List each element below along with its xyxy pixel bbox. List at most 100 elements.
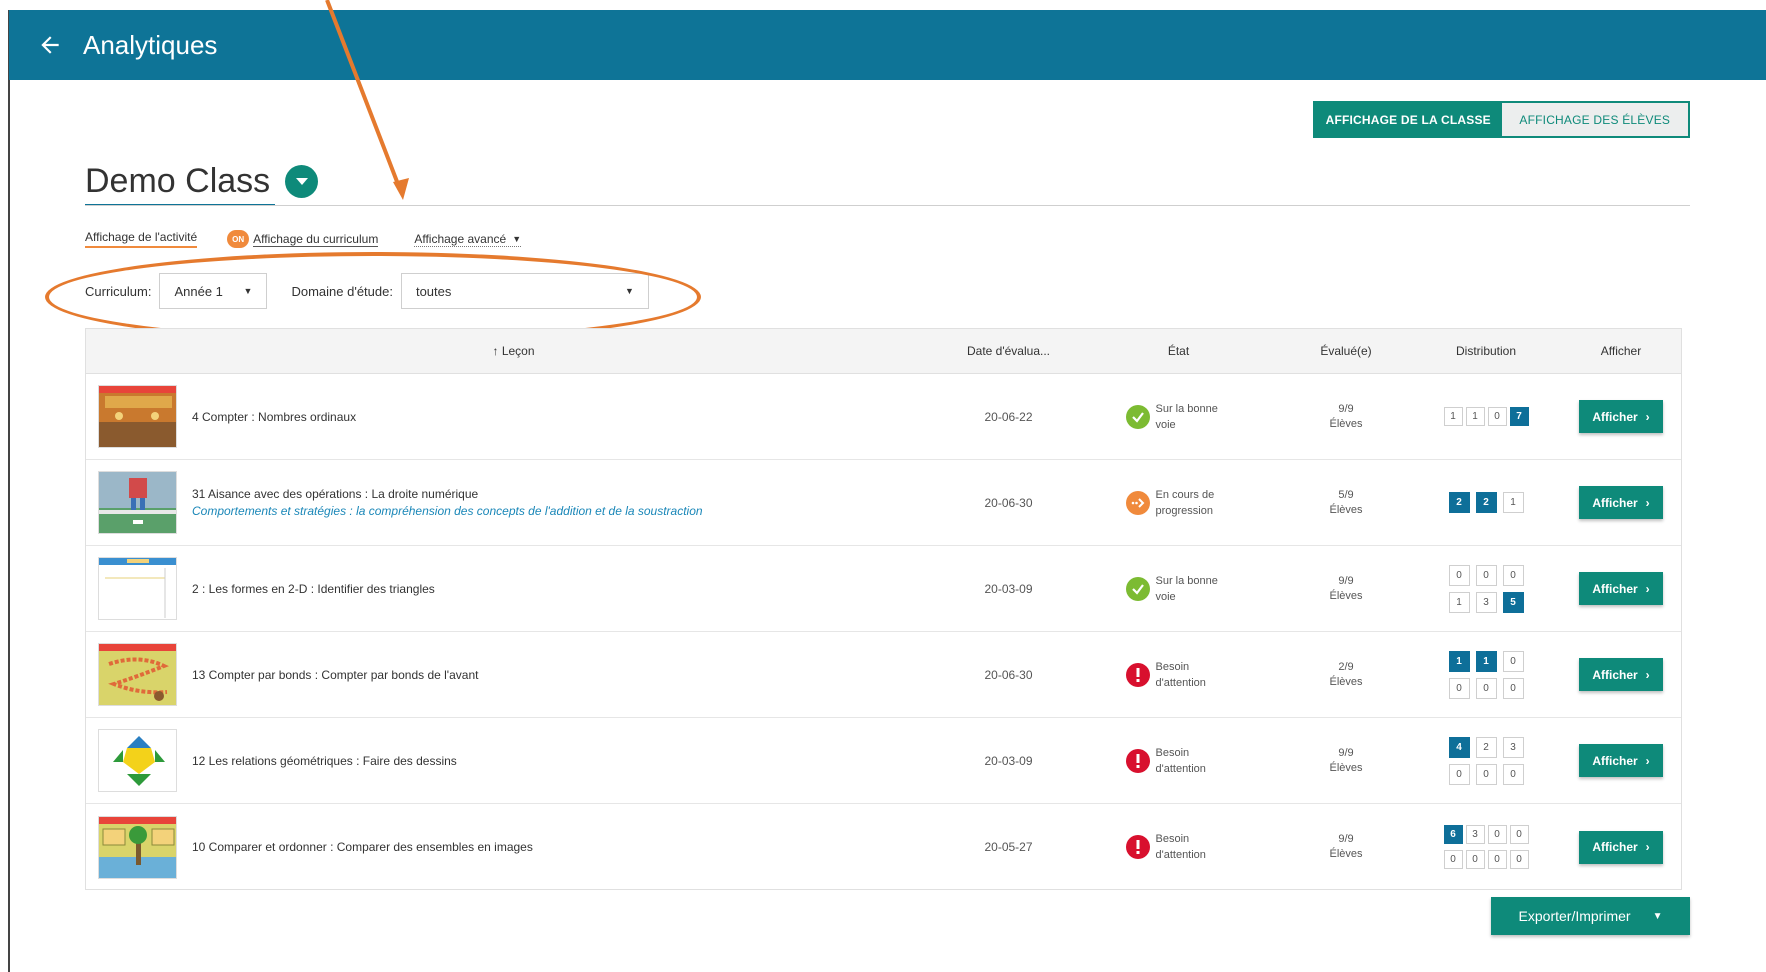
distribution-row: 1 3 5 <box>1448 591 1524 613</box>
distribution-box: 0 <box>1475 763 1497 785</box>
state-label: Besoin d'attention <box>1155 833 1206 861</box>
lesson-title[interactable]: 12 Les relations géométriques : Faire de… <box>192 754 457 768</box>
view-lesson-button[interactable]: Afficher › <box>1579 572 1663 605</box>
evaluated-cell: 9/9 Élèves <box>1281 574 1411 604</box>
view-cell: Afficher › <box>1561 658 1681 691</box>
header-lesson[interactable]: ↑ Leçon <box>86 344 941 358</box>
distribution-cell: 2 2 1 <box>1411 492 1561 513</box>
distribution-box: 0 <box>1448 763 1470 785</box>
state-cell: En cours de progression <box>1076 487 1281 519</box>
date-cell: 20-06-22 <box>984 409 1033 424</box>
distribution-row: 2 2 1 <box>1448 492 1524 513</box>
lesson-title[interactable]: 10 Comparer et ordonner : Comparer des e… <box>192 840 533 854</box>
state-cell: Besoin d'attention <box>1076 745 1281 777</box>
evaluated-count: 2/9 <box>1338 660 1354 673</box>
header-distribution: Distribution <box>1455 344 1517 358</box>
distribution-box: 7 <box>1509 407 1529 426</box>
table-row: 12 Les relations géométriques : Faire de… <box>86 718 1681 804</box>
view-lesson-button[interactable]: Afficher › <box>1579 830 1663 864</box>
header-date[interactable]: Date d'évalua... <box>941 344 1076 358</box>
lesson-title[interactable]: 2 : Les formes en 2-D : Identifier des t… <box>192 582 435 596</box>
view-mode-tabs: Affichage de l'activité ON Affichage du … <box>85 229 522 249</box>
view-cell: Afficher › <box>1561 744 1681 777</box>
evaluated-count: 5/9 <box>1338 488 1354 501</box>
chevron-down-circle-icon <box>295 177 308 185</box>
chevron-right-icon: › <box>1645 667 1650 682</box>
evaluated-unit: Élèves <box>1329 848 1363 860</box>
curriculum-on-badge[interactable]: ON <box>227 230 250 248</box>
filter-bar: Curriculum: Année 1 ▼ Domaine d'étude: t… <box>85 273 649 309</box>
view-lesson-button[interactable]: Afficher › <box>1579 486 1663 519</box>
lesson-cell: 31 Aisance avec des opérations : La droi… <box>86 471 941 534</box>
lesson-subtitle-link[interactable]: Comportements et stratégies : la compréh… <box>192 504 703 518</box>
lesson-title[interactable]: 4 Compter : Nombres ordinaux <box>192 410 356 424</box>
lesson-cell: 10 Comparer et ordonner : Comparer des e… <box>86 815 941 879</box>
chevron-right-icon: › <box>1645 581 1650 596</box>
distribution-row: 4 2 3 <box>1448 736 1524 758</box>
arrow-left-icon <box>41 36 59 54</box>
distribution-row: 6 3 0 0 <box>1443 825 1529 844</box>
curriculum-label: Curriculum: <box>85 283 152 299</box>
distribution-box: 1 <box>1448 591 1470 613</box>
view-lesson-button[interactable]: Afficher › <box>1579 400 1663 433</box>
table-row: 2 : Les formes en 2-D : Identifier des t… <box>86 546 1681 632</box>
evaluated-count: 9/9 <box>1338 574 1354 587</box>
chevron-right-icon: › <box>1645 409 1650 424</box>
chevron-right-icon: › <box>1645 495 1650 510</box>
distribution-box: 0 <box>1443 850 1463 869</box>
distribution-box: 3 <box>1465 825 1485 844</box>
view-button-label: Afficher <box>1592 495 1638 510</box>
chevron-right-icon: › <box>1645 753 1650 768</box>
back-button[interactable] <box>31 26 69 64</box>
tab-advanced-view[interactable]: Affichage avancé ▼ <box>414 231 522 247</box>
caret-down-icon: ▼ <box>243 286 253 296</box>
domain-select[interactable]: toutes ▼ <box>400 273 649 309</box>
lesson-thumbnail <box>98 815 177 879</box>
export-print-button[interactable]: Exporter/Imprimer ▼ <box>1491 897 1690 935</box>
view-lesson-button[interactable]: Afficher › <box>1579 658 1663 691</box>
student-view-button[interactable]: AFFICHAGE DES ÉLÈVES <box>1501 103 1688 136</box>
distribution-cell: 6 3 0 0 0 0 0 0 <box>1411 825 1561 869</box>
tab-curriculum-view[interactable]: Affichage du curriculum <box>253 232 379 247</box>
evaluated-unit: Élèves <box>1329 589 1363 602</box>
table-row: 4 Compter : Nombres ordinaux 20-06-22 Su… <box>86 374 1681 460</box>
lesson-cell: 4 Compter : Nombres ordinaux <box>86 385 941 448</box>
distribution-row: 1 1 0 <box>1448 650 1524 672</box>
view-toggle: AFFICHAGE DE LA CLASSE AFFICHAGE DES ÉLÈ… <box>1313 101 1690 138</box>
distribution-box: 0 <box>1475 564 1497 586</box>
lesson-title[interactable]: 13 Compter par bonds : Compter par bonds… <box>192 668 478 682</box>
lesson-thumbnail <box>98 471 177 534</box>
state-cell: Besoin d'attention <box>1076 659 1281 691</box>
class-dropdown-button[interactable] <box>285 165 318 198</box>
distribution-row: 0 0 0 <box>1448 677 1524 699</box>
view-lesson-button[interactable]: Afficher › <box>1579 744 1663 777</box>
curriculum-select[interactable]: Année 1 ▼ <box>159 273 268 309</box>
distribution-row: 1 1 0 7 <box>1443 407 1529 426</box>
lesson-thumbnail <box>98 557 177 620</box>
distribution-box: 1 <box>1465 407 1485 426</box>
header-evaluated[interactable]: Évalué(e) <box>1281 344 1411 358</box>
header-view: Afficher <box>1600 344 1642 358</box>
view-cell: Afficher › <box>1561 400 1681 433</box>
evaluated-count: 9/9 <box>1338 833 1354 845</box>
distribution-box: 0 <box>1487 825 1507 844</box>
distribution-box: 6 <box>1443 825 1463 844</box>
header-state[interactable]: État <box>1076 344 1281 358</box>
state-cell: Sur la bonne voie <box>1076 573 1281 605</box>
distribution-box: 5 <box>1502 591 1524 613</box>
date-cell: 20-06-30 <box>984 667 1033 682</box>
class-view-button[interactable]: AFFICHAGE DE LA CLASSE <box>1315 103 1502 136</box>
state-label: Sur la bonne voie <box>1155 402 1218 431</box>
check-circle-icon <box>1125 404 1150 429</box>
distribution-box: 0 <box>1487 407 1507 426</box>
tab-activity-view[interactable]: Affichage de l'activité <box>85 230 198 248</box>
view-button-label: Afficher <box>1592 581 1638 596</box>
tab-advanced-label: Affichage avancé <box>414 231 507 246</box>
distribution-box: 0 <box>1502 650 1524 672</box>
view-button-label: Afficher <box>1592 667 1638 682</box>
lesson-title[interactable]: 31 Aisance avec des opérations : La droi… <box>192 487 703 501</box>
state-label: En cours de progression <box>1155 488 1215 517</box>
domain-label: Domaine d'étude: <box>291 283 393 299</box>
date-cell: 20-05-27 <box>984 840 1033 854</box>
app-title: Analytiques <box>83 29 218 60</box>
